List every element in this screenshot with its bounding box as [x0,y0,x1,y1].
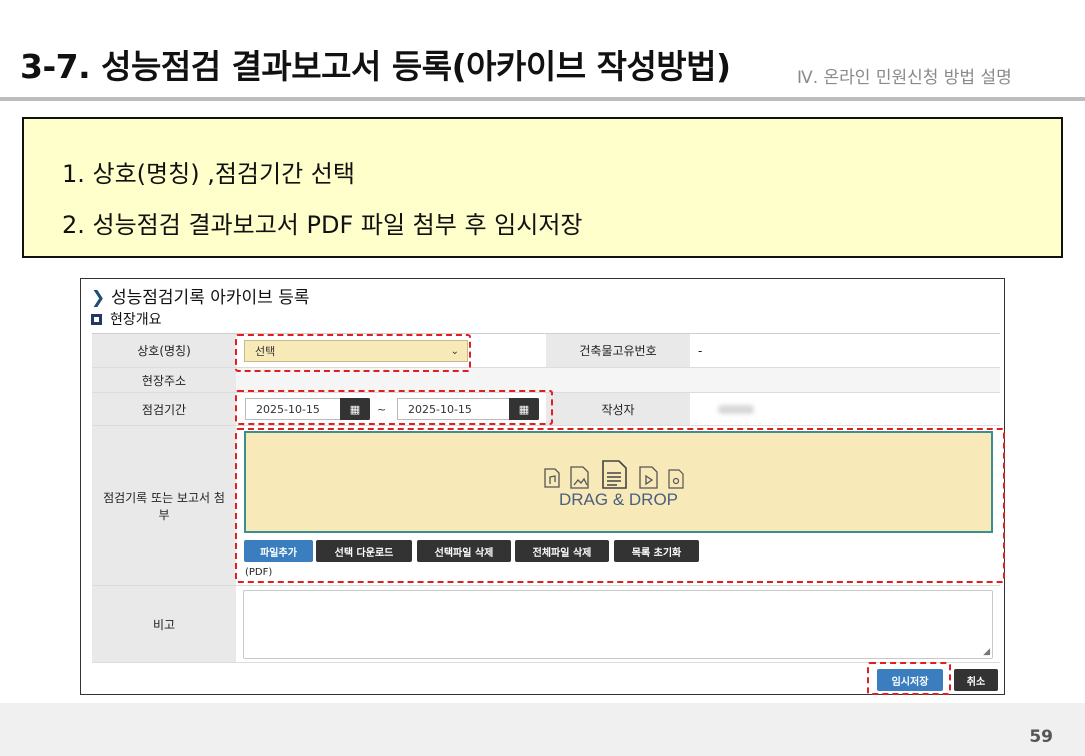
period-label: 점검기간 [92,393,236,425]
form-title: ❯ 성능점검기록 아카이브 등록 [91,283,310,308]
remarks-label: 비고 [92,586,236,662]
remarks-value-cell: ◢ [236,586,1000,662]
highlight-save-draft-button [867,662,951,695]
author-value-cell [690,393,1000,425]
highlight-attachment-area [235,428,1005,583]
instruction-step-1: 1. 상호(명칭) ,점검기간 선택 [62,160,355,188]
section-title: 현장개요 [91,309,162,329]
instruction-box: 1. 상호(명칭) ,점검기간 선택 2. 성능점검 결과보고서 PDF 파일 … [22,117,1063,258]
cancel-button[interactable]: 취소 [954,669,998,691]
attachment-label: 점검기록 또는 보고서 첨부 [92,426,236,585]
slide-section-label: Ⅳ. 온라인 민원신청 방법 설명 [797,68,1012,88]
page-number: 59 [1029,727,1053,747]
chevron-right-icon: ❯ [91,288,106,308]
square-bullet-icon [91,314,102,325]
row-company: 상호(명칭) 선택 ⌄ 건축물고유번호 - [92,334,1000,368]
slide-title: 3-7. 성능점검 결과보고서 등록(아카이브 작성방법) [20,47,731,86]
section-title-text: 현장개요 [110,312,162,328]
row-remarks: 비고 ◢ [92,586,1000,663]
remarks-textarea[interactable]: ◢ [243,590,993,659]
instruction-step-2: 2. 성능점검 결과보고서 PDF 파일 첨부 후 임시저장 [62,211,583,239]
slide-footer: 59 [0,703,1085,756]
form-title-text: 성능점검기록 아카이브 등록 [111,288,310,308]
building-id-label: 건축물고유번호 [546,334,690,367]
building-id-value: - [690,334,1000,367]
highlight-company-select [235,334,471,372]
author-value-redacted [718,405,754,414]
author-label: 작성자 [546,393,690,425]
highlight-period-inputs [235,390,553,425]
resize-grip-icon[interactable]: ◢ [983,647,990,657]
address-label: 현장주소 [92,368,236,392]
title-divider [0,97,1085,101]
company-label: 상호(명칭) [92,334,236,367]
